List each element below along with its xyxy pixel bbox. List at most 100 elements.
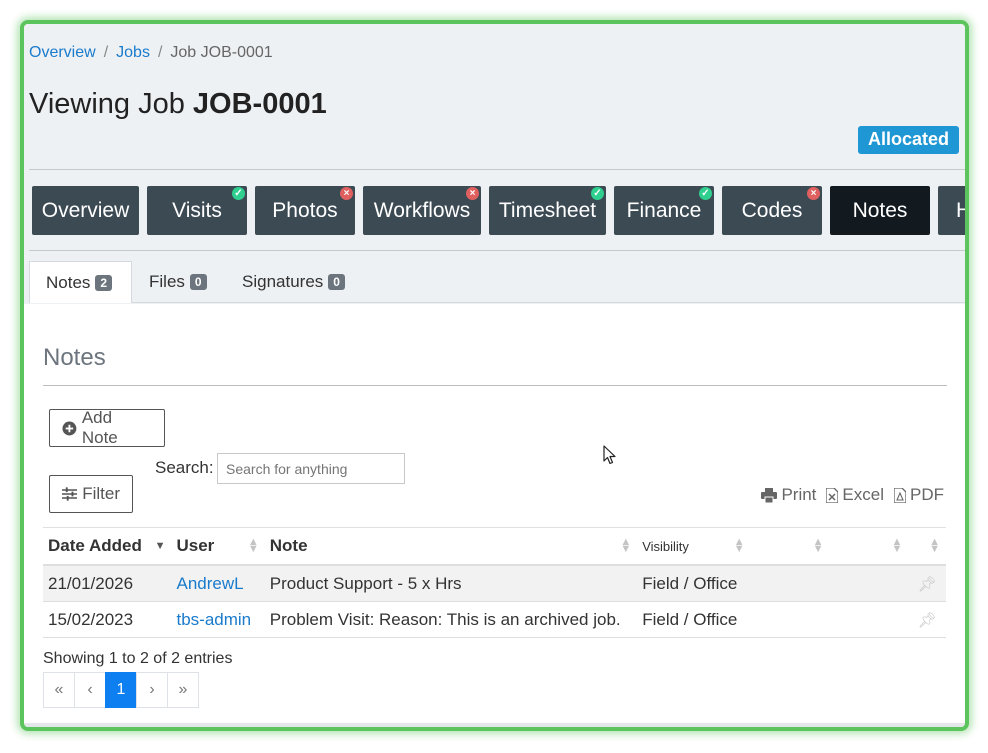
cell-empty (750, 565, 830, 602)
table-header-row: Date Added ▼ User ▲ ▼ Note ▲ ▼ Visibility ▲ ▼ ▲… (43, 527, 946, 566)
export-buttons: Print Excel PDF (761, 485, 944, 505)
cell-user: AndrewL (171, 565, 265, 602)
breadcrumb-jobs-link[interactable]: Jobs (116, 44, 150, 61)
nav-label: Workflows (373, 198, 471, 222)
divider (43, 385, 947, 386)
column-header-date-added[interactable]: Date Added ▼ (43, 527, 172, 566)
sort-icon: ▲ ▼ (733, 536, 745, 555)
pin-icon[interactable]: 📌︎ (908, 565, 946, 602)
cell-visibility: Field / Office (637, 601, 751, 638)
cell-date: 21/01/2026 (43, 565, 172, 602)
page-prev-button[interactable]: ‹ (74, 672, 106, 708)
column-header-label: Date Added (48, 536, 142, 555)
pagination: « ‹ 1 › » (43, 672, 199, 708)
column-header-label: Visibility (642, 538, 689, 554)
print-button[interactable]: Print (761, 485, 816, 505)
nav-label: Codes (741, 198, 803, 222)
nav-overview-button[interactable]: Overview (32, 186, 139, 235)
excel-label: Excel (842, 485, 884, 504)
nav-label: Finance (626, 198, 702, 222)
pdf-button[interactable]: PDF (894, 485, 944, 505)
nav-label: Notes (852, 198, 908, 222)
sliders-icon (62, 487, 78, 501)
check-circle-icon: ✓ (232, 187, 245, 200)
nav-codes-button[interactable]: Codes × (722, 186, 822, 235)
section-title: Notes (43, 344, 106, 371)
column-header-pin[interactable]: ▲ ▼ (908, 527, 946, 566)
page-next-button[interactable]: › (136, 672, 168, 708)
nav-notes-button[interactable]: Notes (830, 186, 930, 235)
print-label: Print (781, 485, 817, 504)
page-title-prefix: Viewing Job (29, 88, 185, 120)
column-header-action[interactable]: ▲ ▼ (829, 527, 909, 566)
breadcrumb-overview-link[interactable]: Overview (29, 44, 96, 61)
tab-signatures[interactable]: Signatures 0 (226, 261, 361, 303)
column-header-note[interactable]: Note ▲ ▼ (264, 527, 638, 566)
nav-timesheet-button[interactable]: Timesheet ✓ (489, 186, 606, 235)
tab-notes[interactable]: Notes 2 (29, 261, 132, 303)
count-badge: 2 (95, 274, 113, 291)
excel-button[interactable]: Excel (826, 485, 884, 505)
status-badge: Allocated (857, 126, 959, 154)
page-title: Viewing Job JOB-0001 (29, 88, 327, 121)
nav-label: Overview (41, 198, 130, 222)
app-window: Overview / Jobs / Job JOB-0001 Viewing Job J… (20, 20, 969, 731)
page-first-button[interactable]: « (43, 672, 75, 708)
cell-empty (750, 601, 830, 638)
bottom-scroll-edge (24, 723, 965, 727)
sort-icon: ▲ ▼ (812, 536, 824, 555)
sort-desc-icon: ▼ (154, 540, 166, 552)
x-circle-icon: × (807, 187, 820, 200)
nav-photos-button[interactable]: Photos × (255, 186, 355, 235)
printer-icon (761, 487, 778, 503)
cell-user: tbs-admin (171, 601, 265, 638)
tab-label: Files (149, 272, 185, 291)
filter-button[interactable]: Filter (49, 475, 133, 513)
column-header-label: Note (269, 536, 308, 555)
user-link[interactable]: tbs-admin (176, 610, 251, 629)
search-input[interactable] (217, 453, 405, 484)
nav-label: Timesheet (498, 198, 597, 222)
mouse-cursor-icon (603, 445, 616, 465)
tab-label: Signatures (242, 272, 324, 291)
count-badge: 0 (328, 274, 345, 290)
column-header-user[interactable]: User ▲ ▼ (171, 527, 265, 566)
sort-icon: ▲ ▼ (247, 536, 259, 555)
file-excel-icon (826, 487, 839, 503)
column-header-action[interactable]: ▲ ▼ (750, 527, 830, 566)
table-info: Showing 1 to 2 of 2 entries (43, 650, 233, 667)
cell-visibility: Field / Office (637, 565, 751, 602)
cell-empty (829, 565, 909, 602)
table-row[interactable]: 21/01/2026 AndrewL Product Support - 5 x… (43, 565, 946, 602)
divider (29, 250, 965, 251)
page-last-button[interactable]: » (167, 672, 199, 708)
check-circle-icon: ✓ (591, 187, 604, 200)
add-note-button[interactable]: Add Note (49, 408, 165, 447)
breadcrumb-current: Job JOB-0001 (170, 44, 273, 61)
nav-visits-button[interactable]: Visits ✓ (147, 186, 247, 235)
file-pdf-icon (894, 487, 906, 503)
x-circle-icon: × (340, 187, 353, 200)
plus-circle-icon (62, 421, 77, 435)
breadcrumb-separator: / (103, 44, 109, 61)
user-link[interactable]: AndrewL (176, 574, 243, 593)
count-badge: 0 (189, 274, 207, 290)
page-1-button[interactable]: 1 (105, 672, 137, 708)
column-header-visibility[interactable]: Visibility ▲ ▼ (637, 527, 751, 566)
pdf-label: PDF (910, 485, 944, 504)
check-circle-icon: ✓ (699, 187, 712, 200)
nav-workflows-button[interactable]: Workflows × (363, 186, 481, 235)
tabs-border (132, 302, 965, 303)
nav-label: H (956, 199, 965, 223)
cell-note: Problem Visit: Reason: This is an archiv… (264, 601, 638, 638)
nav-overflow-button[interactable]: H (938, 186, 965, 235)
x-circle-icon: × (466, 187, 479, 200)
pin-icon[interactable]: 📌︎ (908, 601, 946, 638)
tab-files[interactable]: Files 0 (133, 261, 223, 303)
column-header-label: User (176, 536, 215, 555)
table-row[interactable]: 15/02/2023 tbs-admin Problem Visit: Reas… (43, 601, 946, 638)
notes-table: Date Added ▼ User ▲ ▼ Note ▲ ▼ Visibility ▲ ▼ ▲… (43, 527, 946, 638)
cell-note: Product Support - 5 x Hrs (264, 565, 638, 602)
nav-finance-button[interactable]: Finance ✓ (614, 186, 714, 235)
page-title-job-id: JOB-0001 (192, 88, 327, 120)
